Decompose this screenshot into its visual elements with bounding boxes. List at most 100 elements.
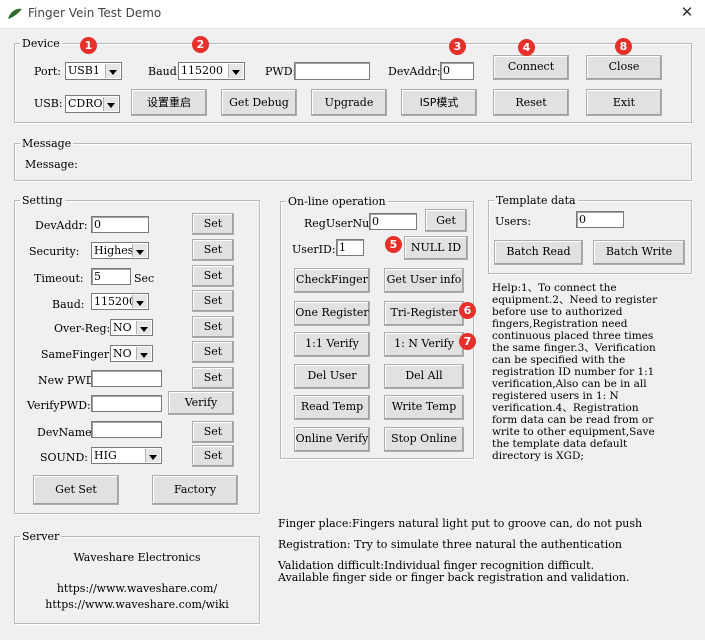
tri-register-button[interactable]: Tri-Register <box>384 301 464 326</box>
device-legend: Device <box>20 37 62 50</box>
set-overreg-button[interactable]: Set <box>192 316 234 338</box>
timeout-input[interactable]: 5 <box>91 268 131 285</box>
write-temp-button[interactable]: Write Temp <box>384 395 464 420</box>
set-baud-button[interactable]: Set <box>192 290 234 312</box>
setting-devaddr-input[interactable]: 0 <box>91 216 149 233</box>
verify-1to1-button[interactable]: 1:1 Verify <box>294 332 370 357</box>
newpwd-input[interactable] <box>91 370 162 387</box>
online-legend: On-line operation <box>286 195 388 208</box>
upgrade-button[interactable]: Upgrade <box>311 89 387 116</box>
reset-button[interactable]: Reset <box>493 89 569 116</box>
server-url-wiki[interactable]: https://www.waveshare.com/wiki <box>14 598 260 611</box>
verifypwd-label: VerifyPWD: <box>27 399 91 412</box>
help-line: form data can be read from or <box>492 414 654 426</box>
get-debug-button[interactable]: Get Debug <box>221 89 297 116</box>
batch-write-button[interactable]: Batch Write <box>593 240 685 265</box>
isp-mode-button[interactable]: ISP模式 <box>401 89 477 116</box>
devname-label: DevName: <box>37 426 96 439</box>
devaddr-input[interactable]: 0 <box>440 62 474 80</box>
devname-input[interactable] <box>91 421 162 438</box>
note-finger-place: Finger place:Fingers natural light put t… <box>278 517 643 530</box>
setting-baud-label: Baud: <box>52 298 85 311</box>
server-url-main[interactable]: https://www.waveshare.com/ <box>14 582 260 595</box>
overreg-select[interactable]: NO <box>110 319 153 336</box>
badge-3: 3 <box>449 38 466 55</box>
setting-baud-select[interactable]: 115200 <box>91 293 149 310</box>
stop-online-button[interactable]: Stop Online <box>384 427 464 452</box>
badge-6: 6 <box>459 302 476 319</box>
server-legend: Server <box>20 530 62 543</box>
help-line: the same finger.3、Verification <box>492 342 656 354</box>
online-verify-button[interactable]: Online Verify <box>294 427 370 452</box>
connect-button[interactable]: Connect <box>493 55 569 80</box>
batch-read-button[interactable]: Batch Read <box>494 240 583 265</box>
help-line: directory is XGD; <box>492 450 584 462</box>
set-devname-button[interactable]: Set <box>192 421 234 443</box>
usb-label: USB: <box>34 97 63 110</box>
title-bar: Finger Vein Test Demo ✕ <box>0 0 705 29</box>
badge-2: 2 <box>192 36 209 53</box>
reset-settings-button[interactable]: 设置重启 <box>131 89 207 116</box>
devaddr-label: DevAddr: <box>388 65 441 78</box>
del-all-button[interactable]: Del All <box>384 364 464 389</box>
help-line: continuous placed three times <box>492 330 654 342</box>
message-group <box>14 143 692 181</box>
template-legend: Template data <box>494 194 578 207</box>
badge-5: 5 <box>385 236 402 253</box>
help-line: registered users in 1: N <box>492 390 619 402</box>
pwd-label: PWD: <box>265 65 297 78</box>
close-button[interactable]: Close <box>586 55 662 80</box>
get-set-button[interactable]: Get Set <box>33 475 119 505</box>
del-user-button[interactable]: Del User <box>294 364 370 389</box>
usb-select[interactable]: CDROM <box>65 95 120 113</box>
help-line: verification.4、Registration <box>492 402 639 414</box>
message-label: Message: <box>25 158 78 171</box>
newpwd-label: New PWD: <box>38 374 99 387</box>
pwd-input[interactable] <box>294 62 370 80</box>
set-newpwd-button[interactable]: Set <box>192 367 234 389</box>
samefinger-select[interactable]: NO <box>110 345 153 362</box>
timeout-label: Timeout: <box>34 272 84 285</box>
samefinger-label: SameFinger: <box>41 348 113 361</box>
help-line: Help:1、To connect the <box>492 282 617 294</box>
baud-select[interactable]: 115200 <box>178 62 245 80</box>
help-line: write to other equipment,Save <box>492 426 655 438</box>
security-select[interactable]: Highes <box>91 242 149 259</box>
read-temp-button[interactable]: Read Temp <box>294 395 370 420</box>
set-security-button[interactable]: Set <box>192 239 234 261</box>
userid-label: UserID: <box>292 243 336 256</box>
check-finger-button[interactable]: CheckFinger <box>294 268 370 293</box>
help-line: can be specified with the <box>492 354 626 366</box>
exit-button[interactable]: Exit <box>586 89 662 116</box>
note-registration: Registration: Try to simulate three natu… <box>278 538 622 551</box>
leaf-icon <box>8 8 22 19</box>
userid-input[interactable]: 1 <box>336 239 364 256</box>
set-sound-button[interactable]: Set <box>192 445 234 467</box>
badge-4: 4 <box>518 39 535 56</box>
security-label: Security: <box>29 245 80 258</box>
set-timeout-button[interactable]: Set <box>192 265 234 287</box>
help-line: registration ID number for 1:1 <box>492 366 655 378</box>
set-samefinger-button[interactable]: Set <box>192 341 234 363</box>
get-regusernum-button[interactable]: Get <box>425 209 467 232</box>
verify-1ton-button[interactable]: 1: N Verify <box>384 332 464 357</box>
port-select[interactable]: USB1 <box>65 62 122 80</box>
help-line: before use to authorized <box>492 306 623 318</box>
one-register-button[interactable]: One Register <box>294 301 370 326</box>
set-devaddr-button[interactable]: Set <box>192 213 234 235</box>
sound-label: SOUND: <box>40 451 88 464</box>
help-line: equipment.2、Need to register <box>492 294 658 306</box>
window-title: Finger Vein Test Demo <box>28 6 162 20</box>
get-user-info-button[interactable]: Get User info <box>384 268 464 293</box>
close-window-icon[interactable]: ✕ <box>676 3 698 23</box>
null-id-button[interactable]: NULL ID <box>404 236 468 260</box>
verify-pwd-button[interactable]: Verify <box>168 391 234 415</box>
verifypwd-input[interactable] <box>91 395 162 412</box>
port-label: Port: <box>34 65 61 78</box>
factory-button[interactable]: Factory <box>152 475 238 505</box>
sound-select[interactable]: HIG <box>91 447 162 464</box>
users-input[interactable]: 0 <box>576 211 624 228</box>
help-text: Help:1、To connect the equipment.2、Need t… <box>492 282 692 462</box>
badge-7: 7 <box>459 333 476 350</box>
regusernum-input[interactable]: 0 <box>369 213 417 230</box>
